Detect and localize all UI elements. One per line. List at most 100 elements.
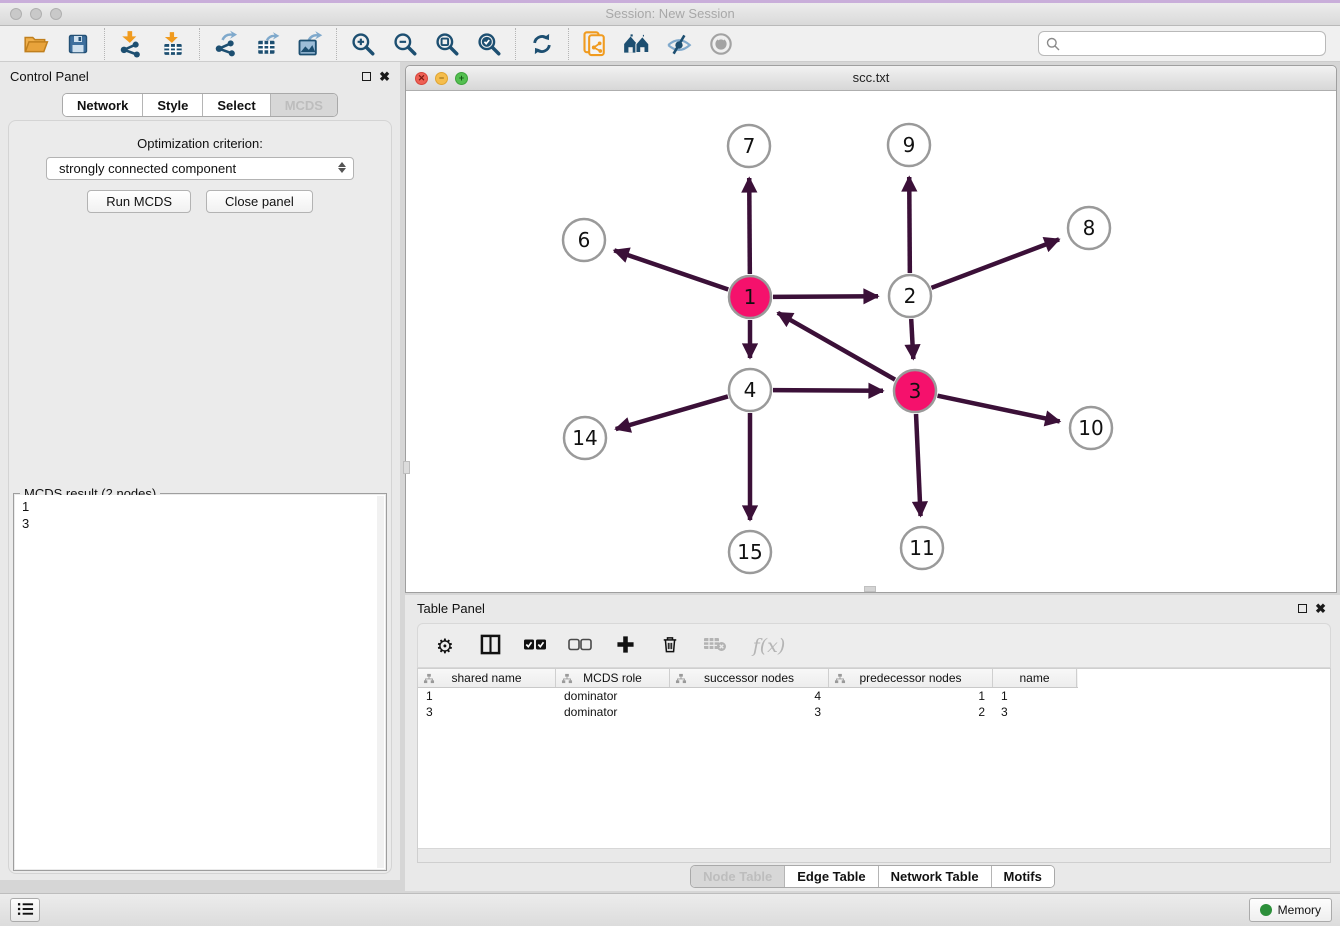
column-header-name[interactable]: name (993, 669, 1077, 687)
column-header-shared-name[interactable]: shared name (418, 669, 556, 687)
tab-edge-table[interactable]: Edge Table (785, 866, 878, 887)
delete-table-button[interactable] (702, 633, 728, 659)
zoom-in-button[interactable] (348, 29, 378, 59)
graph-edge-4-3[interactable] (773, 390, 883, 391)
graph-edge-2-3[interactable] (911, 319, 913, 359)
graph-edge-4-14[interactable] (616, 396, 728, 429)
result-scrollbar[interactable] (377, 496, 384, 868)
add-column-button[interactable] (612, 633, 638, 659)
show-log-button[interactable] (10, 898, 40, 922)
graph-edge-3-10[interactable] (938, 396, 1060, 422)
refresh-network-button[interactable] (527, 29, 557, 59)
memory-status-icon (1260, 904, 1272, 916)
graph-node-label-9: 9 (903, 133, 916, 157)
run-mcds-button[interactable]: Run MCDS (87, 190, 191, 213)
tab-mcds[interactable]: MCDS (271, 94, 337, 116)
close-panel-button[interactable]: Close panel (206, 190, 313, 213)
network-minimize-button[interactable]: − (435, 72, 448, 85)
show-all-button[interactable] (622, 29, 652, 59)
tab-style[interactable]: Style (143, 94, 203, 116)
houses-icon (622, 31, 652, 57)
zoom-out-button[interactable] (390, 29, 420, 59)
eye-icon (707, 31, 735, 57)
delete-column-button[interactable] (657, 633, 683, 659)
network-window-titlebar[interactable]: ✕ − + scc.txt (406, 66, 1336, 91)
save-session-button[interactable] (63, 29, 93, 59)
clone-network-icon (581, 30, 609, 58)
minimize-window-button[interactable] (30, 8, 42, 20)
graph-node-label-11: 11 (909, 536, 934, 560)
network-canvas[interactable]: 7968124314101511 (406, 91, 1336, 592)
control-panel-tabbar: Network Style Select MCDS (62, 93, 338, 117)
save-icon (66, 32, 90, 56)
graph-edge-1-7[interactable] (749, 178, 750, 274)
graph-node-label-8: 8 (1083, 216, 1096, 240)
gear-icon: ⚙ (436, 634, 454, 658)
close-window-button[interactable] (10, 8, 22, 20)
import-network-button[interactable] (116, 29, 146, 59)
open-file-button[interactable] (21, 29, 51, 59)
horizontal-scrollbar[interactable] (418, 848, 1330, 862)
show-hidden-button[interactable] (706, 29, 736, 59)
graph-edge-1-6[interactable] (614, 250, 728, 289)
optimization-criterion-select[interactable]: strongly connected component (46, 157, 354, 180)
float-panel-icon[interactable] (362, 72, 371, 81)
tab-network-table[interactable]: Network Table (879, 866, 992, 887)
window-controls (10, 8, 62, 20)
network-close-button[interactable]: ✕ (415, 72, 428, 85)
export-image-button[interactable] (295, 29, 325, 59)
close-panel-icon[interactable]: ✖ (379, 72, 390, 82)
main-toolbar (0, 26, 1340, 62)
table-panel: Table Panel ✖ ⚙ f(x) shared name MCDS ro… (405, 595, 1340, 891)
apply-function-button[interactable]: f(x) (747, 633, 791, 659)
zoom-selected-icon (476, 31, 502, 57)
network-view-window: ✕ − + scc.txt 7968124314101511 (405, 65, 1337, 593)
column-header-predecessor-nodes[interactable]: predecessor nodes (829, 669, 993, 687)
graph-edge-3-11[interactable] (916, 414, 921, 516)
select-all-button[interactable] (522, 633, 548, 659)
memory-label: Memory (1278, 903, 1321, 917)
column-header-mcds-role[interactable]: MCDS role (556, 669, 670, 687)
mcds-result-text[interactable]: 1 3 (15, 495, 385, 869)
hide-selected-button[interactable] (664, 29, 694, 59)
graph-svg: 7968124314101511 (406, 91, 1336, 592)
graph-node-label-4: 4 (744, 378, 757, 402)
chevron-up-down-icon (338, 162, 346, 173)
splitter-grip-horizontal[interactable] (864, 586, 876, 592)
clone-network-button[interactable] (580, 29, 610, 59)
show-columns-button[interactable] (477, 633, 503, 659)
float-panel-icon[interactable] (1298, 604, 1307, 613)
table-panel-title: Table Panel (417, 601, 485, 616)
zoom-selected-button[interactable] (474, 29, 504, 59)
network-window-title: scc.txt (406, 66, 1336, 90)
column-header-successor-nodes[interactable]: successor nodes (670, 669, 829, 687)
table-settings-button[interactable]: ⚙ (432, 633, 458, 659)
zoom-fit-button[interactable] (432, 29, 462, 59)
table-row[interactable]: 1 dominator 4 1 1 (418, 688, 1330, 704)
export-network-button[interactable] (211, 29, 241, 59)
network-maximize-button[interactable]: + (455, 72, 468, 85)
export-table-button[interactable] (253, 29, 283, 59)
columns-icon (480, 634, 501, 658)
tab-node-table[interactable]: Node Table (691, 866, 785, 887)
graph-edge-1-2[interactable] (773, 296, 878, 297)
tab-motifs[interactable]: Motifs (992, 866, 1054, 887)
app-titlebar: Session: New Session (0, 3, 1340, 26)
mcds-panel: Optimization criterion: strongly connect… (8, 120, 392, 874)
graph-edge-3-1[interactable] (778, 313, 895, 380)
splitter-grip-vertical[interactable] (403, 461, 410, 474)
graph-edge-2-9[interactable] (909, 177, 910, 273)
tab-network[interactable]: Network (63, 94, 143, 116)
search-input[interactable] (1038, 31, 1326, 56)
graph-edge-2-8[interactable] (932, 239, 1060, 287)
checked-boxes-icon (523, 638, 547, 654)
import-table-button[interactable] (158, 29, 188, 59)
table-row[interactable]: 3 dominator 3 2 3 (418, 704, 1330, 720)
zoom-window-button[interactable] (50, 8, 62, 20)
node-table[interactable]: shared name MCDS role successor nodes pr… (417, 668, 1331, 863)
deselect-all-button[interactable] (567, 633, 593, 659)
tab-select[interactable]: Select (203, 94, 270, 116)
memory-button[interactable]: Memory (1249, 898, 1332, 922)
export-network-icon (212, 30, 240, 58)
close-panel-icon[interactable]: ✖ (1315, 604, 1326, 614)
